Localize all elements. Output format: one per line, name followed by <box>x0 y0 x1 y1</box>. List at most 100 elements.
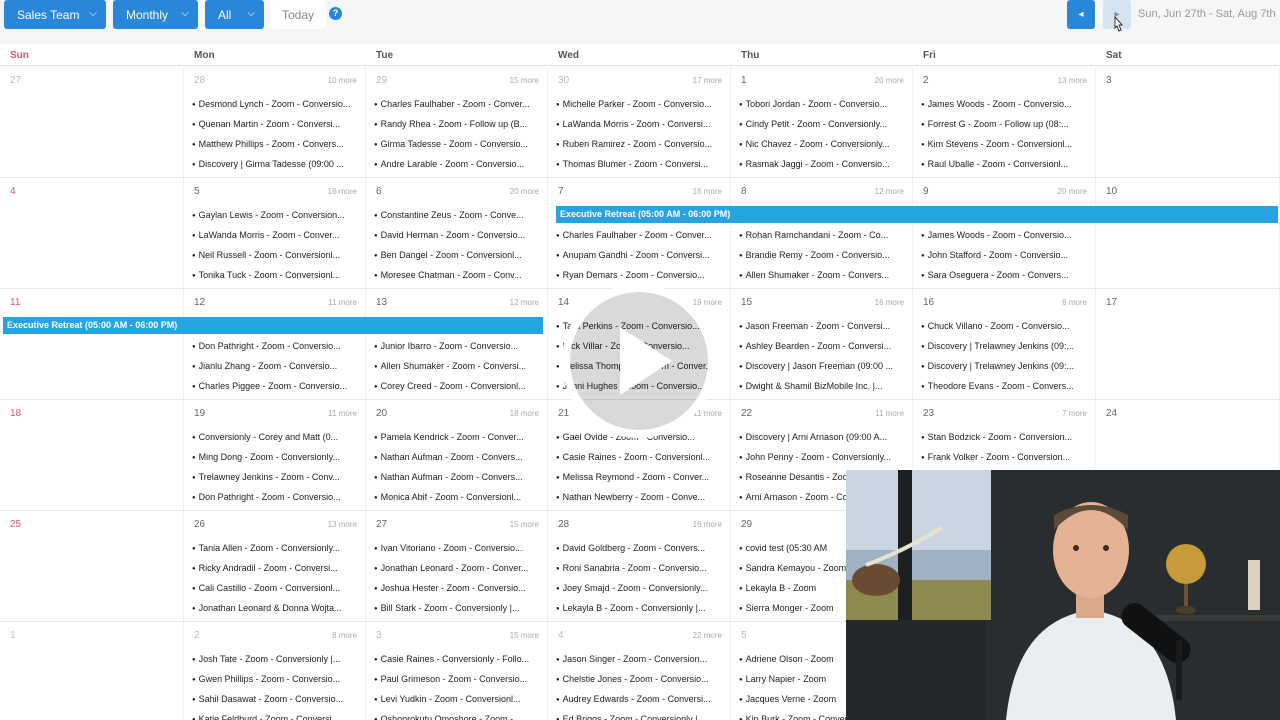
calendar-event[interactable]: Casie Raines - Conversionly - Follo... <box>374 652 541 666</box>
calendar-event[interactable]: Ricky Andradil - Zoom - Conversi... <box>192 561 359 575</box>
more-events-link[interactable]: 20 more <box>875 76 904 85</box>
day-cell[interactable]: 10 <box>1096 178 1280 288</box>
calendar-event[interactable]: Ryan Demars - Zoom - Conversio... <box>556 268 724 282</box>
calendar-event[interactable]: Ruben Ramirez - Zoom - Conversio... <box>556 137 724 151</box>
calendar-event[interactable]: Discovery | Trelawney Jenkins (09:... <box>921 359 1089 373</box>
calendar-event[interactable]: Theodore Evans - Zoom - Convers... <box>921 379 1089 393</box>
calendar-event[interactable]: Michelle Parker - Zoom - Conversio... <box>556 97 724 111</box>
day-cell[interactable]: 5 16 more Gaylan Lewis - Zoom - Conversion… <box>184 178 366 288</box>
calendar-event[interactable]: Tania Allen - Zoom - Conversionly... <box>192 541 359 555</box>
calendar-event[interactable]: LaWanda Morris - Zoom - Conversi... <box>556 117 724 131</box>
day-cell[interactable]: 13 12 more Junior Ibarro - Zoom - Conversi… <box>366 289 548 399</box>
calendar-event[interactable]: Anupam Gandhi - Zoom - Conversi... <box>556 248 724 262</box>
more-events-link[interactable]: 16 more <box>328 187 357 196</box>
calendar-event[interactable]: Bill Stark - Zoom - Conversionly |... <box>374 601 541 615</box>
calendar-event[interactable]: Jason Singer - Zoom - Conversion... <box>556 652 724 666</box>
day-cell[interactable]: 27 <box>0 67 184 177</box>
calendar-event[interactable]: Frank Volker - Zoom - Conversion... <box>921 450 1089 464</box>
calendar-event[interactable]: Discovery | Jason Freeman (09:00 ... <box>739 359 906 373</box>
day-cell[interactable]: 28 10 more Desmond Lynch - Zoom - Conversi… <box>184 67 366 177</box>
calendar-event[interactable]: Ivan Vitoriano - Zoom - Conversio... <box>374 541 541 555</box>
calendar-event[interactable]: Tobori Jordan - Zoom - Conversio... <box>739 97 906 111</box>
day-cell[interactable]: 1 20 more Tobori Jordan - Zoom - Conversio… <box>731 67 913 177</box>
calendar-event[interactable]: Chelstie Jones - Zoom - Conversio... <box>556 672 724 686</box>
team-dropdown[interactable]: Sales Team ⌵ <box>4 0 106 29</box>
calendar-event[interactable]: LaWanda Morris - Zoom - Conver... <box>192 228 359 242</box>
calendar-event[interactable]: Ming Dong - Zoom - Conversionly... <box>192 450 359 464</box>
calendar-event[interactable]: Jianlu Zhang - Zoom - Conversio... <box>192 359 359 373</box>
calendar-event[interactable]: Stan Bodzick - Zoom - Conversion... <box>921 430 1089 444</box>
more-events-link[interactable]: 22 more <box>693 631 722 640</box>
calendar-event[interactable]: Oshoprokutu Omoshore - Zoom -... <box>374 712 541 720</box>
calendar-event[interactable]: Brandie Remy - Zoom - Conversio... <box>739 248 906 262</box>
calendar-event[interactable]: Pamela Kendrick - Zoom - Conver... <box>374 430 541 444</box>
calendar-event[interactable]: Junior Ibarro - Zoom - Conversio... <box>374 339 541 353</box>
day-cell[interactable]: 4 22 more Jason Singer - Zoom - Conversion… <box>548 622 731 720</box>
more-events-link[interactable]: 16 more <box>875 298 904 307</box>
calendar-event[interactable]: Chuck Villano - Zoom - Conversio... <box>921 319 1089 333</box>
calendar-event[interactable]: David Goldberg - Zoom - Convers... <box>556 541 724 555</box>
more-events-link[interactable]: 12 more <box>875 187 904 196</box>
calendar-event[interactable]: Corey Creed - Zoom - Conversionl... <box>374 379 541 393</box>
calendar-event[interactable]: Discovery | Girma Tadesse (09:00 ... <box>192 157 359 171</box>
calendar-event[interactable]: Rohan Ramchandani - Zoom - Co... <box>739 228 906 242</box>
day-cell[interactable]: 25 <box>0 511 184 621</box>
more-events-link[interactable]: 15 more <box>510 76 539 85</box>
calendar-event[interactable]: Nathan Aufman - Zoom - Convers... <box>374 450 541 464</box>
more-events-link[interactable]: 11 more <box>328 298 357 307</box>
calendar-event[interactable]: Discovery | Arni Arnason (09:00 A... <box>739 430 906 444</box>
calendar-event[interactable]: Constantine Zeus - Zoom - Conve... <box>374 208 541 222</box>
day-cell[interactable]: 3 15 more Casie Raines - Conversionly - Fo… <box>366 622 548 720</box>
calendar-event[interactable]: Katie Feldburd - Zoom - Conversi... <box>192 712 359 720</box>
calendar-event[interactable]: Forrest G - Zoom - Follow up (08:... <box>921 117 1089 131</box>
calendar-event[interactable]: Moresee Chatman - Zoom - Conv... <box>374 268 541 282</box>
calendar-event[interactable]: Allen Shumaker - Zoom - Convers... <box>739 268 906 282</box>
calendar-event[interactable]: Nathan Aufman - Zoom - Convers... <box>374 470 541 484</box>
calendar-event[interactable]: Matthew Phillips - Zoom - Convers... <box>192 137 359 151</box>
calendar-event[interactable]: Charles Faulhaber - Zoom - Conver... <box>556 228 724 242</box>
calendar-event[interactable]: Melissa Reymond - Zoom - Conver... <box>556 470 724 484</box>
day-cell[interactable]: 18 <box>0 400 184 510</box>
day-cell[interactable]: 20 18 more Pamela Kendrick - Zoom - Conver… <box>366 400 548 510</box>
calendar-event[interactable]: Roni Sanabria - Zoom - Conversio... <box>556 561 724 575</box>
day-cell[interactable]: 6 20 more Constantine Zeus - Zoom - Conve.… <box>366 178 548 288</box>
calendar-event[interactable]: Kim Stevens - Zoom - Conversionl... <box>921 137 1089 151</box>
calendar-event[interactable]: Joshua Hester - Zoom - Conversio... <box>374 581 541 595</box>
calendar-event[interactable]: John Stafford - Zoom - Conversio... <box>921 248 1089 262</box>
calendar-event[interactable]: Andre Larable - Zoom - Conversio... <box>374 157 541 171</box>
help-icon[interactable]: ? <box>329 7 342 20</box>
day-cell[interactable]: 30 17 more Michelle Parker - Zoom - Conver… <box>548 67 731 177</box>
calendar-event[interactable]: Randy Rhea - Zoom - Follow up (B... <box>374 117 541 131</box>
calendar-event[interactable]: Gwen Phillips - Zoom - Conversio... <box>192 672 359 686</box>
more-events-link[interactable]: 18 more <box>510 409 539 418</box>
calendar-event[interactable]: Cindy Petit - Zoom - Conversionly... <box>739 117 906 131</box>
calendar-event[interactable]: James Woods - Zoom - Conversio... <box>921 228 1089 242</box>
calendar-event[interactable]: Dwight & Shamil BizMobile Inc. |... <box>739 379 906 393</box>
more-events-link[interactable]: 16 more <box>693 187 722 196</box>
day-cell[interactable]: 7 16 more Charles Faulhaber - Zoom - Conve… <box>548 178 731 288</box>
calendar-event[interactable]: Jonathan Leonard - Zoom - Conver... <box>374 561 541 575</box>
day-cell[interactable]: 3 <box>1096 67 1280 177</box>
calendar-event[interactable]: Trelawney Jenkins - Zoom - Conv... <box>192 470 359 484</box>
calendar-event[interactable]: Sara Oseguera - Zoom - Convers... <box>921 268 1089 282</box>
calendar-event[interactable]: Nathan Newberry - Zoom - Conve... <box>556 490 724 504</box>
day-cell[interactable]: 17 <box>1096 289 1280 399</box>
day-cell[interactable]: 4 <box>0 178 184 288</box>
play-icon[interactable] <box>560 282 718 440</box>
more-events-link[interactable]: 13 more <box>328 520 357 529</box>
more-events-link[interactable]: 15 more <box>510 520 539 529</box>
more-events-link[interactable]: 17 more <box>693 76 722 85</box>
calendar-event[interactable]: David Herman - Zoom - Conversio... <box>374 228 541 242</box>
calendar-event[interactable]: Joey Smajd - Zoom - Conversionly... <box>556 581 724 595</box>
day-cell[interactable]: 2 13 more James Woods - Zoom - Conversio..… <box>913 67 1096 177</box>
day-cell[interactable]: 9 20 more James Woods - Zoom - Conversio..… <box>913 178 1096 288</box>
more-events-link[interactable]: 20 more <box>510 187 539 196</box>
day-cell[interactable]: 28 16 more David Goldberg - Zoom - Convers… <box>548 511 731 621</box>
calendar-event[interactable]: Sahil Dasawat - Zoom - Conversio... <box>192 692 359 706</box>
calendar-event[interactable]: Levi Yudkin - Zoom - Conversionl... <box>374 692 541 706</box>
day-cell[interactable]: 15 16 more Jason Freeman - Zoom - Conversi… <box>731 289 913 399</box>
all-day-event-bar[interactable]: Executive Retreat (05:00 AM - 06:00 PM) <box>556 206 1278 223</box>
calendar-event[interactable]: Charles Piggee - Zoom - Conversio... <box>192 379 359 393</box>
calendar-event[interactable]: Audrey Edwards - Zoom - Conversi... <box>556 692 724 706</box>
calendar-event[interactable]: Discovery | Trelawney Jenkins (09:... <box>921 339 1089 353</box>
